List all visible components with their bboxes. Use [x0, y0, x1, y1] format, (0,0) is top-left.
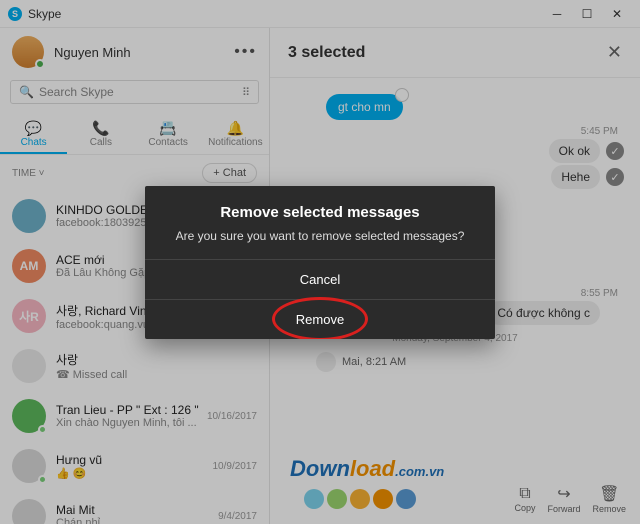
dialog-title: Remove selected messages: [145, 186, 495, 229]
confirm-remove-button[interactable]: Remove: [145, 299, 495, 339]
cancel-button[interactable]: Cancel: [145, 259, 495, 299]
dialog-message: Are you sure you want to remove selected…: [145, 229, 495, 259]
modal-overlay: Remove selected messages Are you sure yo…: [0, 0, 640, 524]
confirm-dialog: Remove selected messages Are you sure yo…: [145, 186, 495, 339]
